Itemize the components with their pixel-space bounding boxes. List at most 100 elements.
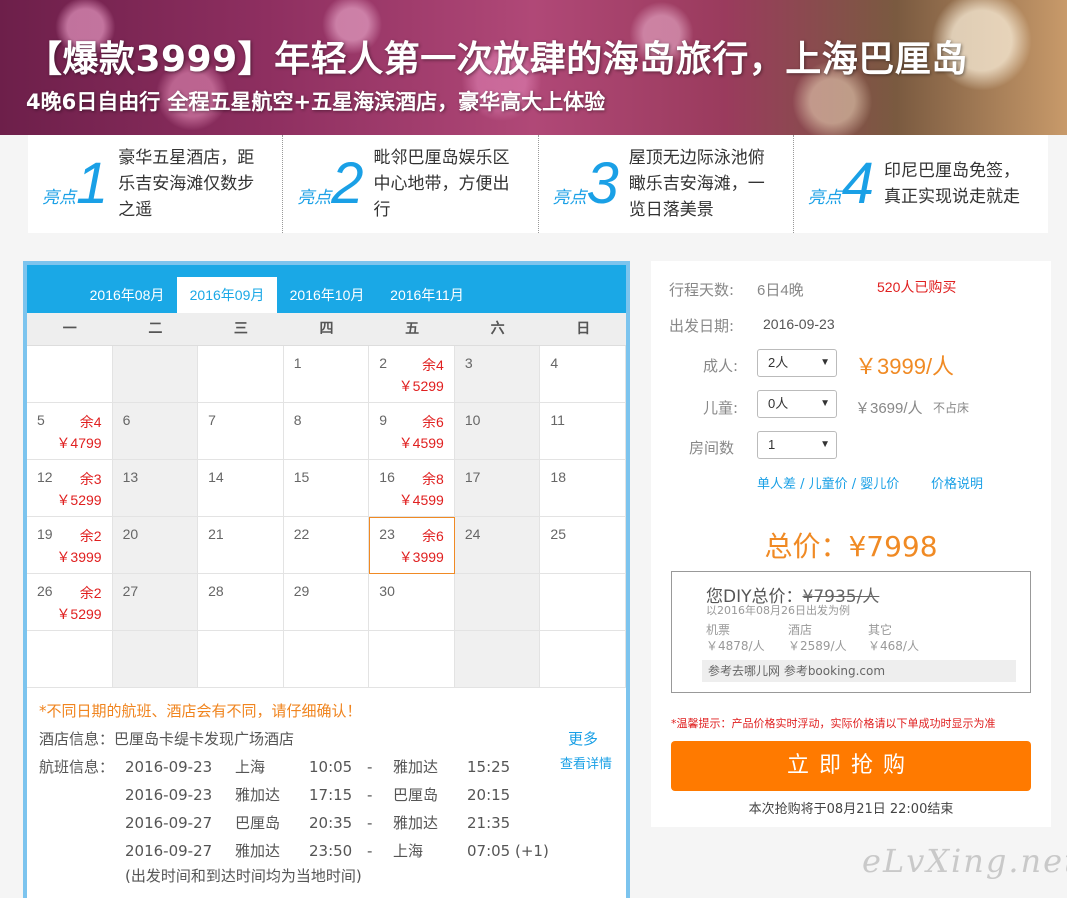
calendar-day: 3 bbox=[454, 346, 541, 403]
calendar-day: 21 bbox=[198, 517, 284, 574]
seats-remaining: 余6 bbox=[422, 414, 444, 430]
seats-remaining: 余6 bbox=[422, 528, 444, 544]
adult-select[interactable]: 2人 ▼ bbox=[757, 349, 837, 377]
flight-field: - bbox=[367, 758, 373, 776]
day-price: ￥4599 bbox=[398, 435, 444, 451]
more-link[interactable]: 更多 bbox=[568, 725, 598, 753]
calendar-day: 22 bbox=[283, 517, 370, 574]
calendar-day bbox=[112, 346, 199, 403]
flight-field: 雅加达 bbox=[393, 814, 439, 832]
flight-field: 23:50 bbox=[309, 842, 353, 860]
diy-col-name: 其它 bbox=[868, 623, 893, 637]
room-select[interactable]: 1 ▼ bbox=[757, 431, 837, 459]
flight-row: 2016-09-27 雅加达 23:50- 上海 07:05 (+1) bbox=[39, 837, 626, 865]
day-number: 2 bbox=[379, 355, 388, 371]
seats-remaining: 余3 bbox=[79, 471, 102, 487]
day-price: ￥4799 bbox=[56, 435, 102, 451]
calendar-day: 11 bbox=[540, 403, 626, 460]
day-number: 11 bbox=[550, 412, 565, 428]
day-number: 4 bbox=[550, 355, 559, 371]
highlight-text: 豪华五星酒店，距乐吉安海滩仅数步之遥 bbox=[118, 148, 255, 220]
highlight-tag: 亮点 bbox=[297, 187, 332, 208]
calendar-day bbox=[540, 631, 626, 688]
adult-label: 成人: bbox=[703, 357, 739, 375]
flight-field: 2016-09-27 bbox=[125, 814, 213, 832]
diy-col-name: 酒店 bbox=[788, 623, 813, 637]
day-number: 8 bbox=[293, 412, 302, 428]
child-label: 儿童: bbox=[703, 399, 739, 417]
calendar-day: 13 bbox=[112, 460, 199, 517]
tab-month-09[interactable]: 2016年09月 bbox=[177, 277, 277, 313]
day-number: 1 bbox=[293, 355, 302, 371]
flight-label bbox=[39, 837, 125, 865]
flight-field: 15:25 bbox=[467, 758, 511, 776]
highlight-item: 亮点 1 豪华五星酒店，距乐吉安海滩仅数步之遥 bbox=[28, 135, 284, 233]
diy-col-value: ￥468/人 bbox=[868, 639, 919, 653]
flight-time-note: (出发时间和到达时间均为当地时间) bbox=[125, 867, 362, 885]
weekday-label: 日 bbox=[576, 321, 591, 337]
diy-subtitle: 以2016年08月26日出发为例 bbox=[706, 604, 850, 617]
weekday-label: 六 bbox=[490, 321, 505, 337]
day-number: 19 bbox=[37, 526, 53, 542]
highlight-number: 2 bbox=[331, 151, 364, 216]
tab-month-10[interactable]: 2016年10月 bbox=[277, 277, 377, 313]
calendar-day: 17 bbox=[454, 460, 541, 517]
tab-month-11[interactable]: 2016年11月 bbox=[377, 277, 477, 313]
child-price: ￥3699/人 bbox=[855, 400, 923, 417]
month-tabs: 2016年08月 2016年09月 2016年10月 2016年11月 bbox=[27, 265, 626, 313]
tab-month-08[interactable]: 2016年08月 bbox=[77, 277, 177, 313]
day-price: ￥3999 bbox=[398, 549, 444, 565]
calendar-day[interactable]: 9 余6 ￥4599 bbox=[369, 403, 455, 460]
flight-field: 20:35 bbox=[309, 814, 353, 832]
calendar-day[interactable]: 12 余3 ￥5299 bbox=[27, 460, 113, 517]
calendar-day[interactable]: 26 余2 ￥5299 bbox=[27, 574, 113, 631]
highlights-bar: 亮点 1 豪华五星酒店，距乐吉安海滩仅数步之遥 亮点 2 毗邻巴厘岛娱乐区中心地… bbox=[28, 135, 1048, 233]
day-number: 24 bbox=[464, 526, 481, 542]
price-explain-link[interactable]: 价格说明 bbox=[931, 473, 983, 492]
day-number: 18 bbox=[550, 469, 566, 485]
date-value: 2016-09-23 bbox=[763, 316, 835, 332]
flight-field: 07:05 (+1) bbox=[467, 842, 549, 860]
view-details-link[interactable]: 查看详情 bbox=[560, 753, 612, 772]
calendar-day[interactable]: 19 余2 ￥3999 bbox=[27, 517, 113, 574]
weekday-label: 五 bbox=[405, 321, 420, 337]
highlight-number: 3 bbox=[586, 151, 619, 216]
calendar-grid: 1 2 余4 ￥5299 3 4 5 余4 ￥4799 6 7 8 9 余6 ￥4599 10 11 12 余3 ￥5… bbox=[27, 346, 626, 688]
calendar-day[interactable]: 23 余6 ￥3999 bbox=[369, 517, 455, 574]
flight-label bbox=[39, 809, 125, 837]
site-watermark: eLvXing.net bbox=[862, 842, 1067, 880]
child-select[interactable]: 0人 ▼ bbox=[757, 390, 837, 418]
flight-field: 雅加达 bbox=[235, 786, 281, 804]
flight-info: 查看详情 航班信息： 2016-09-23 上海 10:05- 雅加达 15:25 2016… bbox=[39, 753, 626, 886]
flight-field: 20:15 bbox=[467, 786, 511, 804]
diy-other: 其它 ￥468/人 bbox=[868, 622, 919, 654]
room-select-value: 1 bbox=[768, 437, 776, 452]
calendar-day[interactable]: 5 余4 ￥4799 bbox=[27, 403, 113, 460]
calendar-day[interactable]: 16 余8 ￥4599 bbox=[369, 460, 455, 517]
flight-row: 航班信息： 2016-09-23 上海 10:05- 雅加达 15:25 bbox=[39, 753, 626, 781]
calendar-day bbox=[198, 346, 284, 403]
price-type-link[interactable]: 单人差 / 儿童价 / 婴儿价 bbox=[757, 473, 899, 492]
day-number: 10 bbox=[464, 412, 481, 428]
flight-field: 10:05 bbox=[309, 758, 353, 776]
hero-banner: 【爆款3999】年轻人第一次放肆的海岛旅行，上海巴厘岛 4晚6日自由行 全程五星… bbox=[0, 0, 1067, 135]
chevron-down-icon: ▼ bbox=[820, 439, 830, 450]
diy-reference[interactable]: 参考去哪儿网 参考booking.com bbox=[702, 660, 1016, 682]
day-price: ￥3999 bbox=[56, 549, 102, 565]
diy-price-box: 您DIY总价：¥7935/人 以2016年08月26日出发为例 机票 ￥4878/… bbox=[671, 571, 1031, 693]
day-number: 20 bbox=[122, 526, 139, 542]
calendar-day: 18 bbox=[540, 460, 626, 517]
trip-info: *不同日期的航班、酒店会有不同，请仔细确认！ 酒店信息：巴厘岛卡缇卡发现广场酒店… bbox=[27, 688, 626, 886]
child-select-value: 0人 bbox=[768, 396, 789, 411]
seats-remaining: 余8 bbox=[422, 471, 444, 487]
booking-panel: 行程天数: 6日4晚 520人已购买 出发日期: 2016-09-23 成人: … bbox=[651, 261, 1051, 827]
buy-now-button[interactable]: 立即抢购 bbox=[671, 741, 1031, 791]
sold-count: 520人已购买 bbox=[877, 279, 957, 295]
day-number: 6 bbox=[122, 412, 131, 428]
calendar-day: 28 bbox=[198, 574, 284, 631]
hotel-info: 酒店信息：巴厘岛卡缇卡发现广场酒店 bbox=[39, 730, 295, 748]
date-label: 出发日期: bbox=[669, 317, 735, 335]
day-number: 22 bbox=[293, 526, 310, 542]
flight-list: 航班信息： 2016-09-23 上海 10:05- 雅加达 15:25 2016-09-2… bbox=[39, 753, 626, 865]
calendar-day[interactable]: 2 余4 ￥5299 bbox=[369, 346, 455, 403]
